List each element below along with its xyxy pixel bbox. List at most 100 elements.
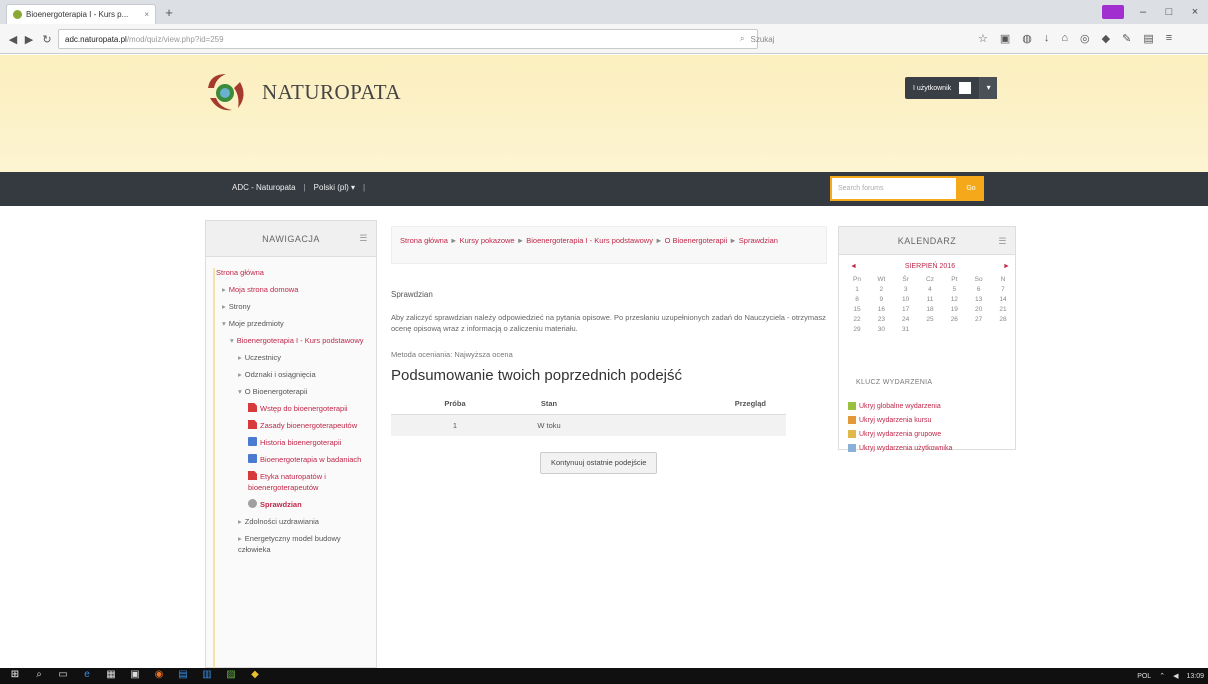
naturopata-logo-icon[interactable]: [200, 68, 250, 118]
site-search-input[interactable]: Search forums: [830, 176, 958, 201]
event-key-item[interactable]: Ukryj globalne wydarzenia: [848, 402, 941, 410]
browser-tab[interactable]: Bioenergoterapia I - Kurs p... ×: [6, 4, 156, 24]
day[interactable]: 22: [850, 316, 864, 323]
site-brand[interactable]: NATUROPATA: [262, 80, 401, 105]
day[interactable]: 12: [947, 296, 961, 303]
event-key-item[interactable]: Ukryj wydarzenia grupowe: [848, 430, 941, 438]
nav-item[interactable]: ▸ Energetyczny model budowy człowieka: [216, 533, 374, 555]
breadcrumb-item[interactable]: O Bioenergoterapii: [665, 236, 728, 245]
day[interactable]: 10: [899, 296, 913, 303]
user-menu[interactable]: I użytkownik ▾: [905, 77, 998, 99]
day[interactable]: 16: [874, 306, 888, 313]
day[interactable]: 26: [947, 316, 961, 323]
windows-start-icon[interactable]: ⊞: [8, 669, 22, 680]
day[interactable]: [996, 326, 1010, 333]
site-search-button[interactable]: Go: [958, 176, 984, 201]
nav-item[interactable]: ▾ Bioenergoterapia I - Kurs podstawowy: [216, 335, 374, 346]
nav-item[interactable]: ▸ Zdolności uzdrawiania: [216, 516, 374, 527]
bookmark-star-icon[interactable]: ☆: [978, 32, 988, 45]
minimize-button[interactable]: –: [1130, 0, 1156, 24]
nav-item[interactable]: ▸ Uczestnicy: [216, 352, 374, 363]
nav-item[interactable]: Bioenergoterapia w badaniach: [216, 454, 374, 465]
day[interactable]: 30: [874, 326, 888, 333]
home-icon[interactable]: ⌂: [1061, 32, 1068, 45]
menu-icon[interactable]: ≡: [1166, 32, 1172, 45]
day[interactable]: 7: [996, 286, 1010, 293]
network-icon[interactable]: ⌃: [1159, 672, 1165, 680]
app-icon[interactable]: ◆: [248, 669, 262, 680]
nav-item[interactable]: Historia bioenergoterapii: [216, 437, 374, 448]
breadcrumb-item[interactable]: Bioenergoterapia I - Kurs podstawowy: [526, 236, 653, 245]
library-icon[interactable]: ▤: [1143, 32, 1153, 45]
volume-icon[interactable]: ◀: [1173, 672, 1178, 680]
nav-item[interactable]: ▾ Moje przedmioty: [216, 318, 374, 329]
day[interactable]: 25: [923, 316, 937, 323]
day[interactable]: [972, 326, 986, 333]
nav-item[interactable]: ▸ Odznaki i osiągnięcia: [216, 369, 374, 380]
clock[interactable]: 13:09: [1186, 673, 1204, 680]
calendar-month[interactable]: SIERPIEŃ 2016: [905, 263, 955, 270]
new-tab-button[interactable]: +: [162, 6, 176, 20]
day[interactable]: 21: [996, 306, 1010, 313]
forward-arrow-icon[interactable]: ▶: [22, 33, 36, 46]
reload-icon[interactable]: ↻: [40, 33, 54, 46]
tab-close-icon[interactable]: ×: [144, 10, 149, 19]
download-icon[interactable]: ↓: [1044, 32, 1050, 45]
nav-item[interactable]: ▸ Moja strona domowa: [216, 284, 374, 295]
browser-search-box[interactable]: ⌕ Szukaj: [740, 29, 960, 49]
pen-icon[interactable]: ✎: [1122, 32, 1131, 45]
nav-item[interactable]: Etyka naturopatów i bioenergoterapeutów: [216, 471, 374, 493]
close-window-button[interactable]: ×: [1182, 0, 1208, 24]
day[interactable]: [923, 326, 937, 333]
day[interactable]: [947, 326, 961, 333]
day[interactable]: 1: [850, 286, 864, 293]
nav-item[interactable]: ▸ Strony: [216, 301, 374, 312]
nav-item[interactable]: Strona główna: [216, 267, 374, 278]
pocket-icon[interactable]: ◍: [1022, 32, 1032, 45]
reading-list-icon[interactable]: ▣: [1000, 32, 1010, 45]
day[interactable]: 11: [923, 296, 937, 303]
day[interactable]: 29: [850, 326, 864, 333]
nav-item[interactable]: Wstęp do bioenergoterapii: [216, 403, 374, 414]
day[interactable]: 4: [923, 286, 937, 293]
block-controls-icon[interactable]: ☰: [359, 233, 368, 244]
breadcrumb-item[interactable]: Strona główna: [400, 236, 448, 245]
prev-month-icon[interactable]: ◄: [850, 263, 857, 270]
day[interactable]: 18: [923, 306, 937, 313]
day[interactable]: 14: [996, 296, 1010, 303]
nav-item[interactable]: ▾ O Bioenergoterapii: [216, 386, 374, 397]
event-key-item[interactable]: Ukryj wydarzenia użytkownika: [848, 444, 952, 452]
day[interactable]: 23: [874, 316, 888, 323]
day[interactable]: 24: [899, 316, 913, 323]
breadcrumb-item[interactable]: Sprawdzian: [739, 236, 778, 245]
day[interactable]: 31: [899, 326, 913, 333]
app-icon[interactable]: ▥: [200, 669, 214, 680]
day[interactable]: 8: [850, 296, 864, 303]
day[interactable]: 9: [874, 296, 888, 303]
address-bar[interactable]: adc.naturopata.pl /mod/quiz/view.php?id=…: [58, 29, 758, 49]
day[interactable]: 19: [947, 306, 961, 313]
language-menu[interactable]: Polski (pl) ▾: [314, 183, 355, 192]
nav-item[interactable]: Zasady bioenergoterapeutów: [216, 420, 374, 431]
edge-icon[interactable]: e: [80, 669, 94, 680]
back-arrow-icon[interactable]: ◀: [6, 33, 20, 46]
nav-item-current[interactable]: Sprawdzian: [216, 499, 374, 510]
store-icon[interactable]: ▦: [104, 669, 118, 680]
app-icon[interactable]: ▨: [224, 669, 238, 680]
file-explorer-icon[interactable]: ▣: [128, 669, 142, 680]
firefox-icon[interactable]: ◉: [152, 669, 166, 680]
maximize-button[interactable]: □: [1156, 0, 1182, 24]
day[interactable]: 28: [996, 316, 1010, 323]
extension-icon[interactable]: [1102, 5, 1124, 19]
block-controls-icon[interactable]: ☰: [998, 236, 1007, 247]
day[interactable]: 15: [850, 306, 864, 313]
event-key-item[interactable]: Ukryj wydarzenia kursu: [848, 416, 931, 424]
day[interactable]: 5: [947, 286, 961, 293]
language-indicator[interactable]: POL: [1137, 673, 1151, 680]
task-view-icon[interactable]: ▭: [56, 669, 70, 680]
day[interactable]: 17: [899, 306, 913, 313]
day[interactable]: 2: [874, 286, 888, 293]
day[interactable]: 13: [972, 296, 986, 303]
app-icon[interactable]: ▤: [176, 669, 190, 680]
day[interactable]: 3: [899, 286, 913, 293]
